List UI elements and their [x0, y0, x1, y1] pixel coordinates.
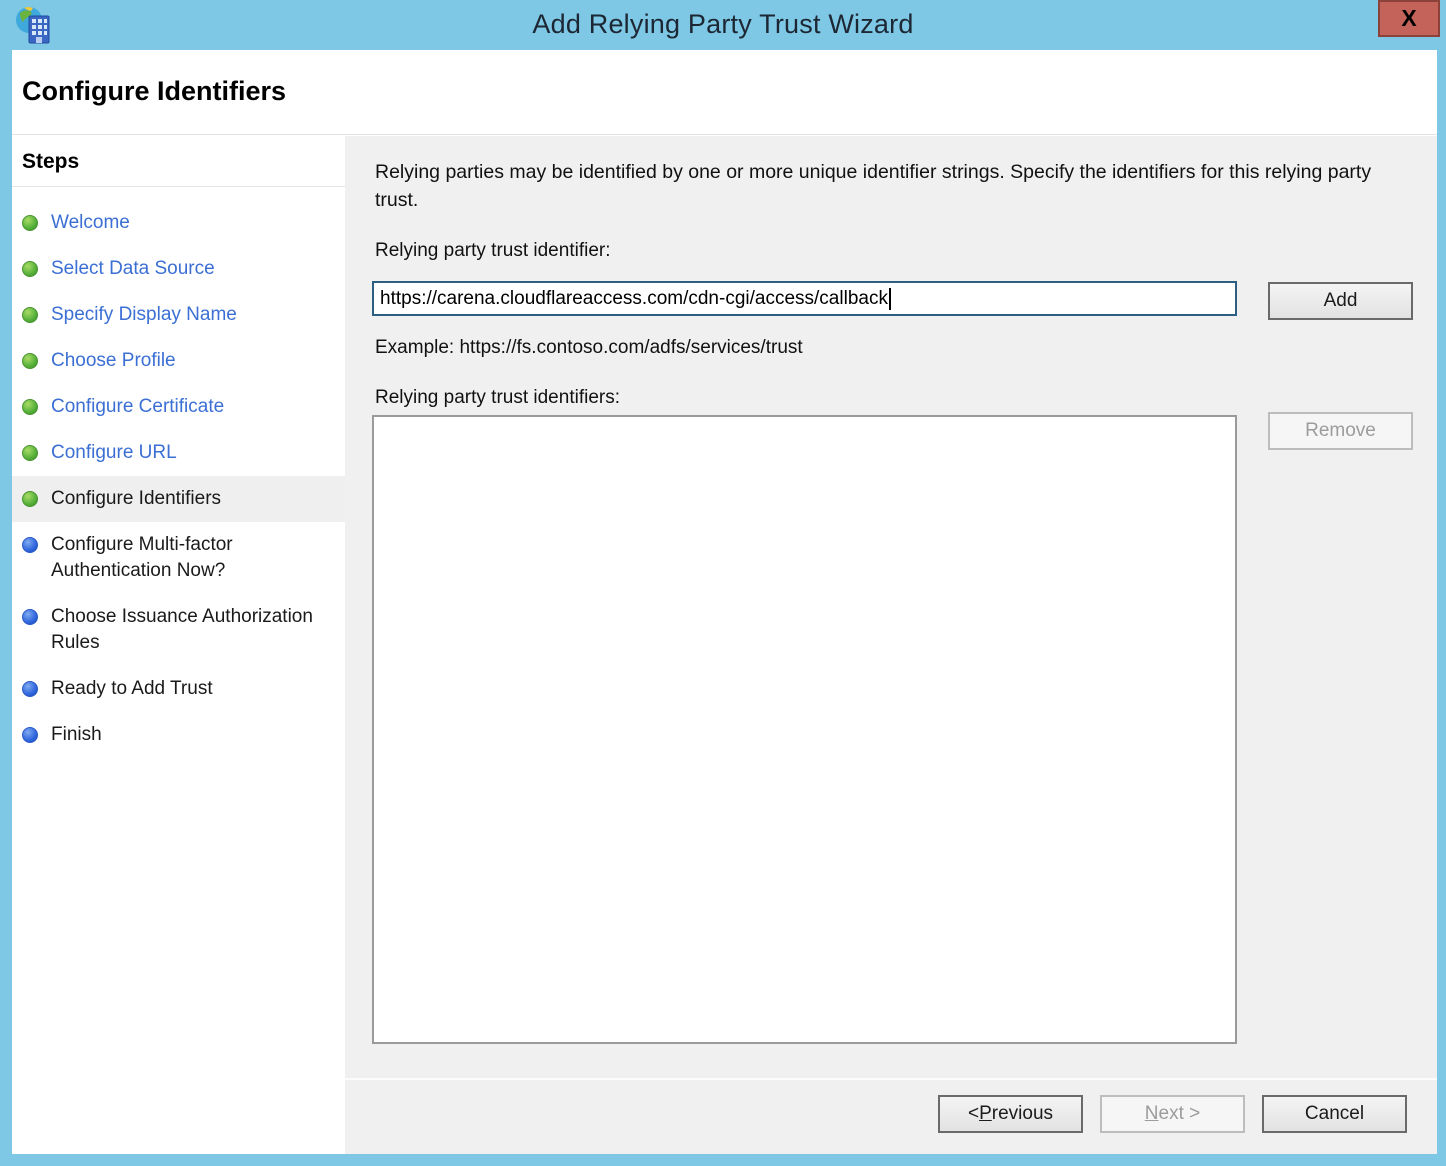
previous-accel: P — [979, 1103, 992, 1125]
steps-heading: Steps — [12, 150, 345, 187]
step-done-bullet-icon — [22, 307, 38, 323]
step-label: Welcome — [51, 210, 327, 236]
titlebar: Add Relying Party Trust Wizard X — [0, 0, 1446, 50]
step-choose-profile: Choose Profile — [12, 338, 345, 384]
step-label: Specify Display Name — [51, 302, 327, 328]
intro-text: Relying parties may be identified by one… — [375, 158, 1405, 214]
remove-button[interactable]: Remove — [1268, 412, 1413, 450]
step-choose-issuance-rules: Choose Issuance Authorization Rules — [12, 594, 345, 666]
step-label: Choose Profile — [51, 348, 327, 374]
close-button[interactable]: X — [1378, 0, 1440, 37]
text-caret — [889, 288, 891, 310]
step-configure-identifiers: Configure Identifiers — [12, 476, 345, 522]
wizard-body: Configure Identifiers Steps Welcome Sele… — [12, 50, 1437, 1154]
step-configure-mfa: Configure Multi-factor Authentication No… — [12, 522, 345, 594]
step-label: Choose Issuance Authorization Rules — [51, 604, 327, 656]
wizard-window: Add Relying Party Trust Wizard X Configu… — [0, 0, 1446, 1166]
step-todo-bullet-icon — [22, 609, 38, 625]
steps-list: Welcome Select Data Source Specify Displ… — [12, 200, 345, 758]
page-header: Configure Identifiers — [12, 50, 1437, 135]
step-todo-bullet-icon — [22, 681, 38, 697]
step-done-bullet-icon — [22, 215, 38, 231]
step-done-bullet-icon — [22, 399, 38, 415]
step-select-data-source: Select Data Source — [12, 246, 345, 292]
identifier-field-label: Relying party trust identifier: — [375, 240, 611, 262]
main-panel: Relying parties may be identified by one… — [345, 136, 1437, 1078]
step-todo-bullet-icon — [22, 727, 38, 743]
step-ready-to-add-trust: Ready to Add Trust — [12, 666, 345, 712]
previous-rest: revious — [992, 1103, 1053, 1125]
step-label: Finish — [51, 722, 327, 748]
page-title: Configure Identifiers — [12, 50, 1437, 107]
identifiers-listbox[interactable] — [372, 415, 1237, 1044]
wizard-footer: < Previous Next > Cancel — [345, 1078, 1437, 1154]
identifiers-list-label: Relying party trust identifiers: — [375, 387, 620, 409]
identifier-input-value: https://carena.cloudflareaccess.com/cdn-… — [380, 288, 888, 310]
step-label: Configure Multi-factor Authentication No… — [51, 532, 327, 584]
previous-prefix: < — [968, 1103, 979, 1125]
step-welcome: Welcome — [12, 200, 345, 246]
step-done-bullet-icon — [22, 445, 38, 461]
step-done-bullet-icon — [22, 353, 38, 369]
step-label: Configure Identifiers — [51, 486, 327, 512]
next-accel: N — [1145, 1103, 1159, 1125]
step-label: Configure Certificate — [51, 394, 327, 420]
step-todo-bullet-icon — [22, 537, 38, 553]
example-text: Example: https://fs.contoso.com/adfs/ser… — [375, 337, 803, 359]
step-label: Select Data Source — [51, 256, 327, 282]
cancel-button[interactable]: Cancel — [1262, 1095, 1407, 1133]
step-configure-url: Configure URL — [12, 430, 345, 476]
window-title: Add Relying Party Trust Wizard — [0, 9, 1446, 40]
step-specify-display-name: Specify Display Name — [12, 292, 345, 338]
step-configure-certificate: Configure Certificate — [12, 384, 345, 430]
next-button[interactable]: Next > — [1100, 1095, 1245, 1133]
add-button[interactable]: Add — [1268, 282, 1413, 320]
step-finish: Finish — [12, 712, 345, 758]
previous-button[interactable]: < Previous — [938, 1095, 1083, 1133]
next-rest: ext > — [1159, 1103, 1201, 1125]
step-label: Ready to Add Trust — [51, 676, 327, 702]
step-done-bullet-icon — [22, 261, 38, 277]
steps-sidebar: Steps Welcome Select Data Source Specify… — [12, 136, 345, 1154]
step-current-bullet-icon — [22, 491, 38, 507]
step-label: Configure URL — [51, 440, 327, 466]
identifier-input[interactable]: https://carena.cloudflareaccess.com/cdn-… — [372, 281, 1237, 316]
